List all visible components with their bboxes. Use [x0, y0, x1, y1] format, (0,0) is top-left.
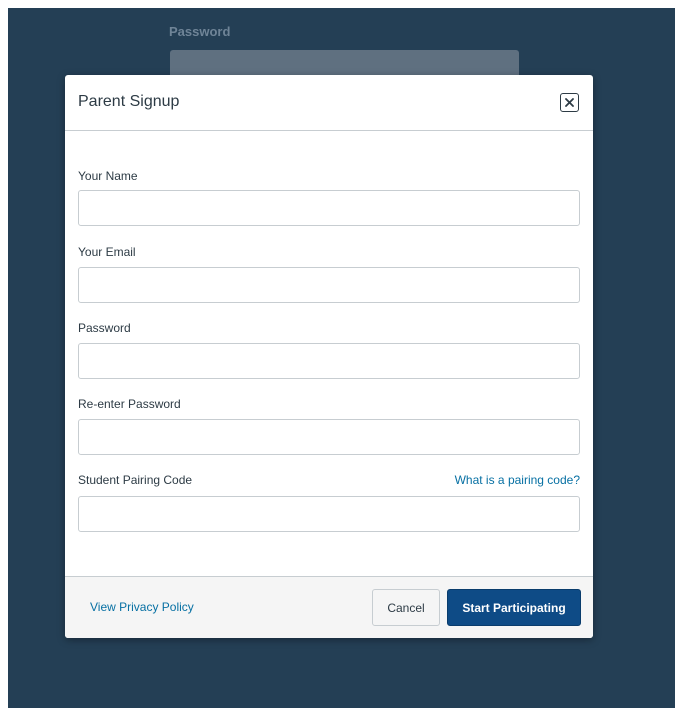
password-field[interactable] — [78, 343, 580, 379]
name-label: Your Name — [78, 169, 138, 183]
privacy-policy-link[interactable]: View Privacy Policy — [90, 600, 194, 614]
confirm-password-field[interactable] — [78, 419, 580, 455]
confirm-password-label: Re-enter Password — [78, 397, 181, 411]
close-icon — [565, 98, 574, 107]
cancel-button[interactable]: Cancel — [372, 589, 440, 626]
dialog-title: Parent Signup — [78, 93, 180, 110]
background-password-label: Password — [169, 24, 231, 39]
dialog-footer: View Privacy Policy Cancel Start Partici… — [65, 576, 593, 638]
password-label: Password — [78, 321, 131, 335]
email-label: Your Email — [78, 245, 136, 259]
start-participating-button[interactable]: Start Participating — [447, 589, 581, 626]
pairing-code-field[interactable] — [78, 496, 580, 532]
name-field[interactable] — [78, 190, 580, 226]
email-field[interactable] — [78, 267, 580, 303]
parent-signup-dialog: Parent Signup Your Name Your Email Passw… — [65, 75, 593, 638]
pairing-code-label: Student Pairing Code — [78, 473, 193, 487]
close-button[interactable] — [560, 93, 579, 112]
pairing-code-help-link[interactable]: What is a pairing code? — [455, 473, 580, 487]
dialog-header: Parent Signup — [65, 75, 593, 131]
